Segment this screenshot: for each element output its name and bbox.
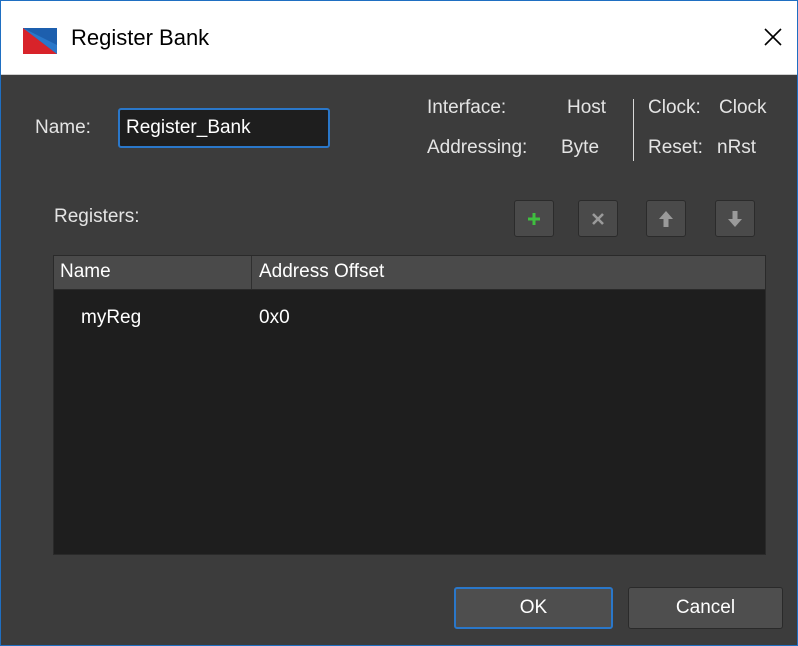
name-label: Name:: [35, 117, 91, 138]
register-offset-cell[interactable]: 0x0: [259, 307, 290, 329]
table-header: Name Address Offset: [54, 256, 765, 290]
move-up-button[interactable]: [646, 200, 686, 237]
arrow-up-icon: [659, 210, 673, 227]
addressing-label: Addressing:: [427, 137, 528, 158]
register-bank-dialog: Register Bank Name: Interface: Host Addr…: [0, 0, 798, 646]
register-name-cell[interactable]: myReg: [81, 307, 141, 329]
app-logo-icon: [23, 28, 57, 54]
plus-icon: [528, 212, 540, 225]
window-title: Register Bank: [71, 25, 210, 50]
table-row[interactable]: myReg 0x0: [54, 290, 765, 342]
registers-table: Name Address Offset myReg 0x0: [53, 255, 766, 555]
interface-value: Host: [567, 97, 607, 118]
column-header-address-offset[interactable]: Address Offset: [259, 261, 384, 283]
registers-label: Registers:: [54, 206, 140, 227]
arrow-down-icon: [728, 210, 742, 227]
close-button[interactable]: [753, 17, 793, 57]
remove-register-button[interactable]: [578, 200, 618, 237]
cancel-button[interactable]: Cancel: [628, 587, 783, 629]
column-header-name[interactable]: Name: [60, 261, 111, 283]
move-down-button[interactable]: [715, 200, 755, 237]
title-bar: Register Bank: [1, 1, 797, 75]
info-divider: [633, 99, 634, 161]
clock-label: Clock:: [648, 97, 701, 118]
close-icon: [764, 28, 782, 46]
column-divider: [251, 256, 252, 289]
interface-label: Interface:: [427, 97, 507, 118]
reset-value: nRst: [717, 137, 757, 158]
name-input[interactable]: [118, 108, 330, 148]
reset-label: Reset:: [648, 137, 703, 158]
x-icon: [592, 212, 604, 225]
add-register-button[interactable]: [514, 200, 554, 237]
addressing-value: Byte: [561, 137, 600, 158]
ok-button[interactable]: OK: [454, 587, 613, 629]
clock-value: Clock: [719, 97, 767, 118]
